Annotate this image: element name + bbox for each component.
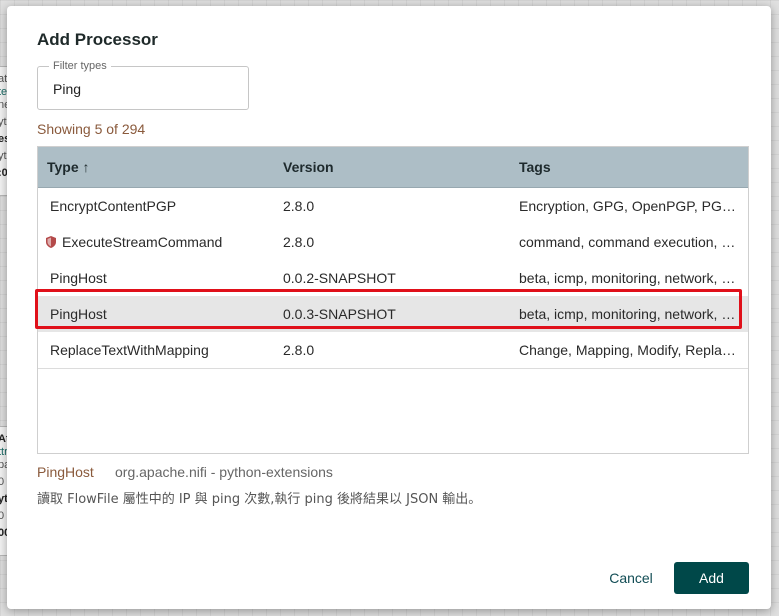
row-type: ExecuteStreamCommand bbox=[62, 234, 223, 250]
column-header-type[interactable]: Type ↑ bbox=[47, 159, 90, 175]
row-version: 0.0.3-SNAPSHOT bbox=[283, 306, 396, 322]
row-version: 0.0.2-SNAPSHOT bbox=[283, 270, 396, 286]
column-header-tags[interactable]: Tags bbox=[519, 159, 551, 175]
table-header: Type ↑ Version Tags bbox=[38, 147, 748, 188]
row-version: 2.8.0 bbox=[283, 342, 315, 358]
row-type: PingHost bbox=[50, 270, 107, 286]
table-row[interactable]: ReplaceTextWithMapping 2.8.0 Change, Map… bbox=[38, 332, 748, 369]
filter-types-label: Filter types bbox=[49, 60, 111, 72]
table-row[interactable]: EncryptContentPGP 2.8.0 Encryption, GPG,… bbox=[38, 188, 748, 225]
selected-processor-description: 讀取 FlowFile 屬性中的 IP 與 ping 次數,執行 ping 後將… bbox=[37, 492, 482, 507]
row-version: 2.8.0 bbox=[283, 198, 315, 214]
processor-types-table: Type ↑ Version Tags EncryptContentPGP 2.… bbox=[37, 146, 749, 454]
dialog-title: Add Processor bbox=[37, 30, 158, 49]
results-count: Showing 5 of 294 bbox=[37, 121, 146, 137]
selected-processor-bundle: org.apache.nifi - python-extensions bbox=[115, 464, 333, 480]
row-tags: beta, icmp, monitoring, network, ping bbox=[519, 306, 739, 322]
row-type: PingHost bbox=[50, 306, 107, 322]
add-button[interactable]: Add bbox=[674, 562, 749, 594]
column-header-version[interactable]: Version bbox=[283, 159, 334, 175]
row-tags: beta, icmp, monitoring, network, ping bbox=[519, 270, 739, 286]
row-tags: command, command execution, stream bbox=[519, 234, 739, 250]
row-tags: Change, Mapping, Modify, Replace, Text bbox=[519, 342, 739, 358]
add-processor-dialog: Add Processor Filter types Showing 5 of … bbox=[7, 6, 771, 609]
filter-types-field[interactable]: Filter types bbox=[37, 60, 249, 110]
row-type: ReplaceTextWithMapping bbox=[50, 342, 209, 358]
selected-processor-name: PingHost bbox=[37, 464, 94, 480]
row-version: 2.8.0 bbox=[283, 234, 315, 250]
restricted-shield-icon bbox=[46, 236, 56, 248]
row-tags: Encryption, GPG, OpenPGP, PGP, RFC 4880 bbox=[519, 198, 739, 214]
table-row[interactable]: ExecuteStreamCommand 2.8.0 command, comm… bbox=[38, 224, 748, 261]
table-row[interactable]: PingHost 0.0.2-SNAPSHOT beta, icmp, moni… bbox=[38, 260, 748, 297]
cancel-button[interactable]: Cancel bbox=[597, 562, 665, 594]
table-row-selected[interactable]: PingHost 0.0.3-SNAPSHOT beta, icmp, moni… bbox=[38, 296, 748, 333]
row-type: EncryptContentPGP bbox=[50, 198, 177, 214]
filter-types-input[interactable] bbox=[53, 81, 233, 97]
